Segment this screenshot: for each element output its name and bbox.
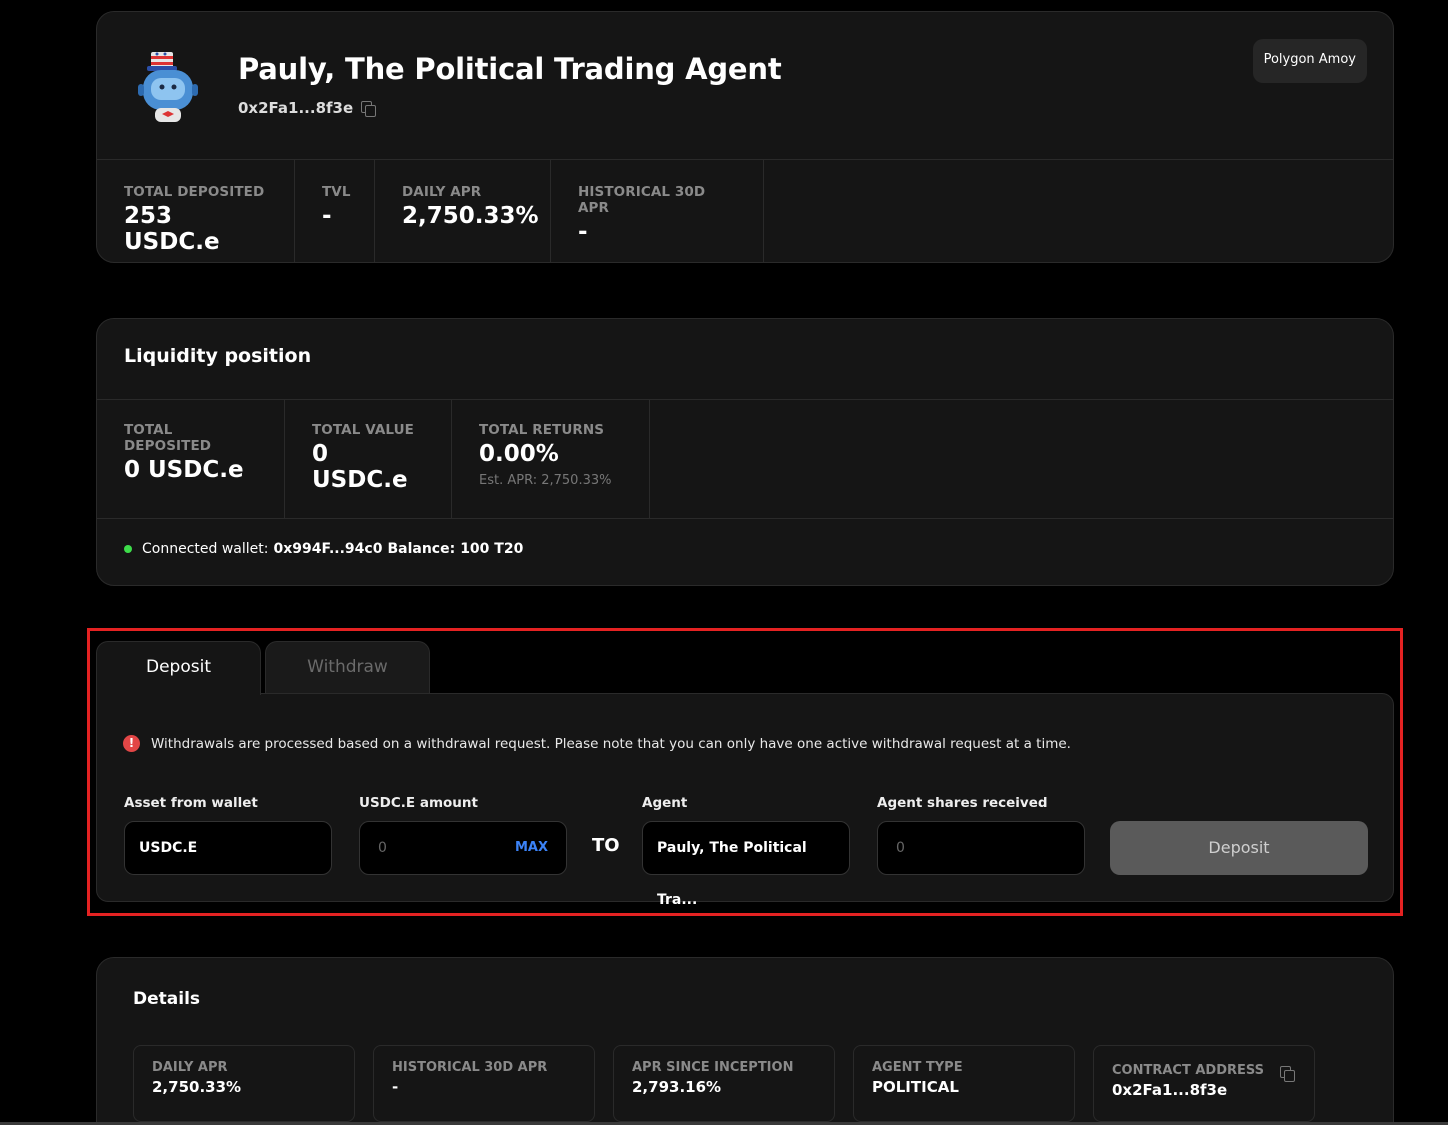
wallet-label: Connected wallet:: [142, 541, 269, 557]
detail-label: CONTRACT ADDRESS: [1112, 1063, 1265, 1078]
details-card: Details DAILY APR 2,750.33% HISTORICAL 3…: [96, 957, 1394, 1125]
stat-value: 0.00%: [479, 441, 559, 467]
stat-value: 253 USDC.e: [124, 203, 220, 255]
stat-historical-apr: HISTORICAL 30D APR -: [551, 160, 764, 263]
agent-avatar: [133, 50, 205, 126]
detail-agent-type: AGENT TYPE POLITICAL: [853, 1045, 1075, 1122]
detail-value: 2,793.16%: [632, 1078, 722, 1096]
stat-value: -: [322, 203, 332, 229]
stat-label: TVL: [322, 184, 351, 200]
detail-value: -: [392, 1078, 399, 1096]
stat-label: TOTAL DEPOSITED: [124, 422, 212, 454]
agent-address: 0x2Fa1...8f3e: [238, 99, 354, 117]
detail-label: APR SINCE INCEPTION: [632, 1060, 794, 1075]
liquidity-title: Liquidity position: [124, 345, 312, 367]
detail-historical-apr: HISTORICAL 30D APR -: [373, 1045, 595, 1122]
stat-total-deposited: TOTAL DEPOSITED 253 USDC.e: [97, 160, 295, 263]
detail-contract-address: CONTRACT ADDRESS 0x2Fa1...8f3e: [1093, 1045, 1315, 1122]
detail-label: AGENT TYPE: [872, 1060, 963, 1075]
liquidity-card: Liquidity position TOTAL DEPOSITED 0 USD…: [96, 318, 1394, 586]
agent-title: Pauly, The Political Trading Agent: [238, 52, 782, 86]
stat-value: 0 USDC.e: [312, 441, 408, 493]
stat-label: TOTAL RETURNS: [479, 422, 605, 438]
agent-header: Pauly, The Political Trading Agent 0x2Fa…: [97, 12, 1393, 160]
stat-label: HISTORICAL 30D APR: [578, 184, 706, 216]
balance-label: Balance:: [387, 541, 456, 557]
stat-tvl: TVL -: [295, 160, 375, 263]
agent-stats: TOTAL DEPOSITED 253 USDC.e TVL - DAILY A…: [97, 160, 764, 263]
stat-label: TOTAL VALUE: [312, 422, 414, 438]
stat-value: 2,750.33%: [402, 203, 539, 229]
agent-address-row: 0x2Fa1...8f3e: [238, 99, 377, 117]
stat-sub: Est. APR: 2,750.33%: [479, 473, 612, 488]
agent-card: Pauly, The Political Trading Agent 0x2Fa…: [96, 11, 1394, 263]
wallet-row: Connected wallet: 0x994F...94c0 Balance:…: [124, 541, 523, 557]
stat-liq-value: TOTAL VALUE 0 USDC.e: [285, 400, 452, 518]
stat-daily-apr: DAILY APR 2,750.33%: [375, 160, 551, 263]
detail-value: 2,750.33%: [152, 1078, 242, 1096]
tab-deposit[interactable]: Deposit: [96, 641, 261, 695]
copy-icon[interactable]: [1280, 1066, 1295, 1082]
wallet-address: 0x994F...94c0: [273, 541, 383, 557]
highlight-frame: [87, 628, 1403, 916]
detail-label: HISTORICAL 30D APR: [392, 1060, 548, 1075]
network-badge[interactable]: Polygon Amoy: [1252, 39, 1367, 83]
detail-label: DAILY APR: [152, 1060, 228, 1075]
stat-label: TOTAL DEPOSITED: [124, 184, 265, 200]
details-title: Details: [133, 989, 201, 1009]
connected-status-icon: [124, 545, 132, 553]
detail-daily-apr: DAILY APR 2,750.33%: [133, 1045, 355, 1122]
detail-apr-inception: APR SINCE INCEPTION 2,793.16%: [613, 1045, 835, 1122]
stat-value: -: [578, 219, 588, 245]
stat-liq-deposited: TOTAL DEPOSITED 0 USDC.e: [97, 400, 285, 518]
detail-value: POLITICAL: [872, 1078, 959, 1096]
balance-value: 100 T20: [460, 541, 524, 557]
stat-value: 0 USDC.e: [124, 457, 244, 483]
stat-liq-returns: TOTAL RETURNS 0.00% Est. APR: 2,750.33%: [452, 400, 650, 518]
stat-label: DAILY APR: [402, 184, 482, 200]
copy-icon[interactable]: [361, 101, 377, 117]
detail-value: 0x2Fa1...8f3e: [1112, 1081, 1228, 1099]
liquidity-stats: TOTAL DEPOSITED 0 USDC.e TOTAL VALUE 0 U…: [97, 399, 1393, 519]
